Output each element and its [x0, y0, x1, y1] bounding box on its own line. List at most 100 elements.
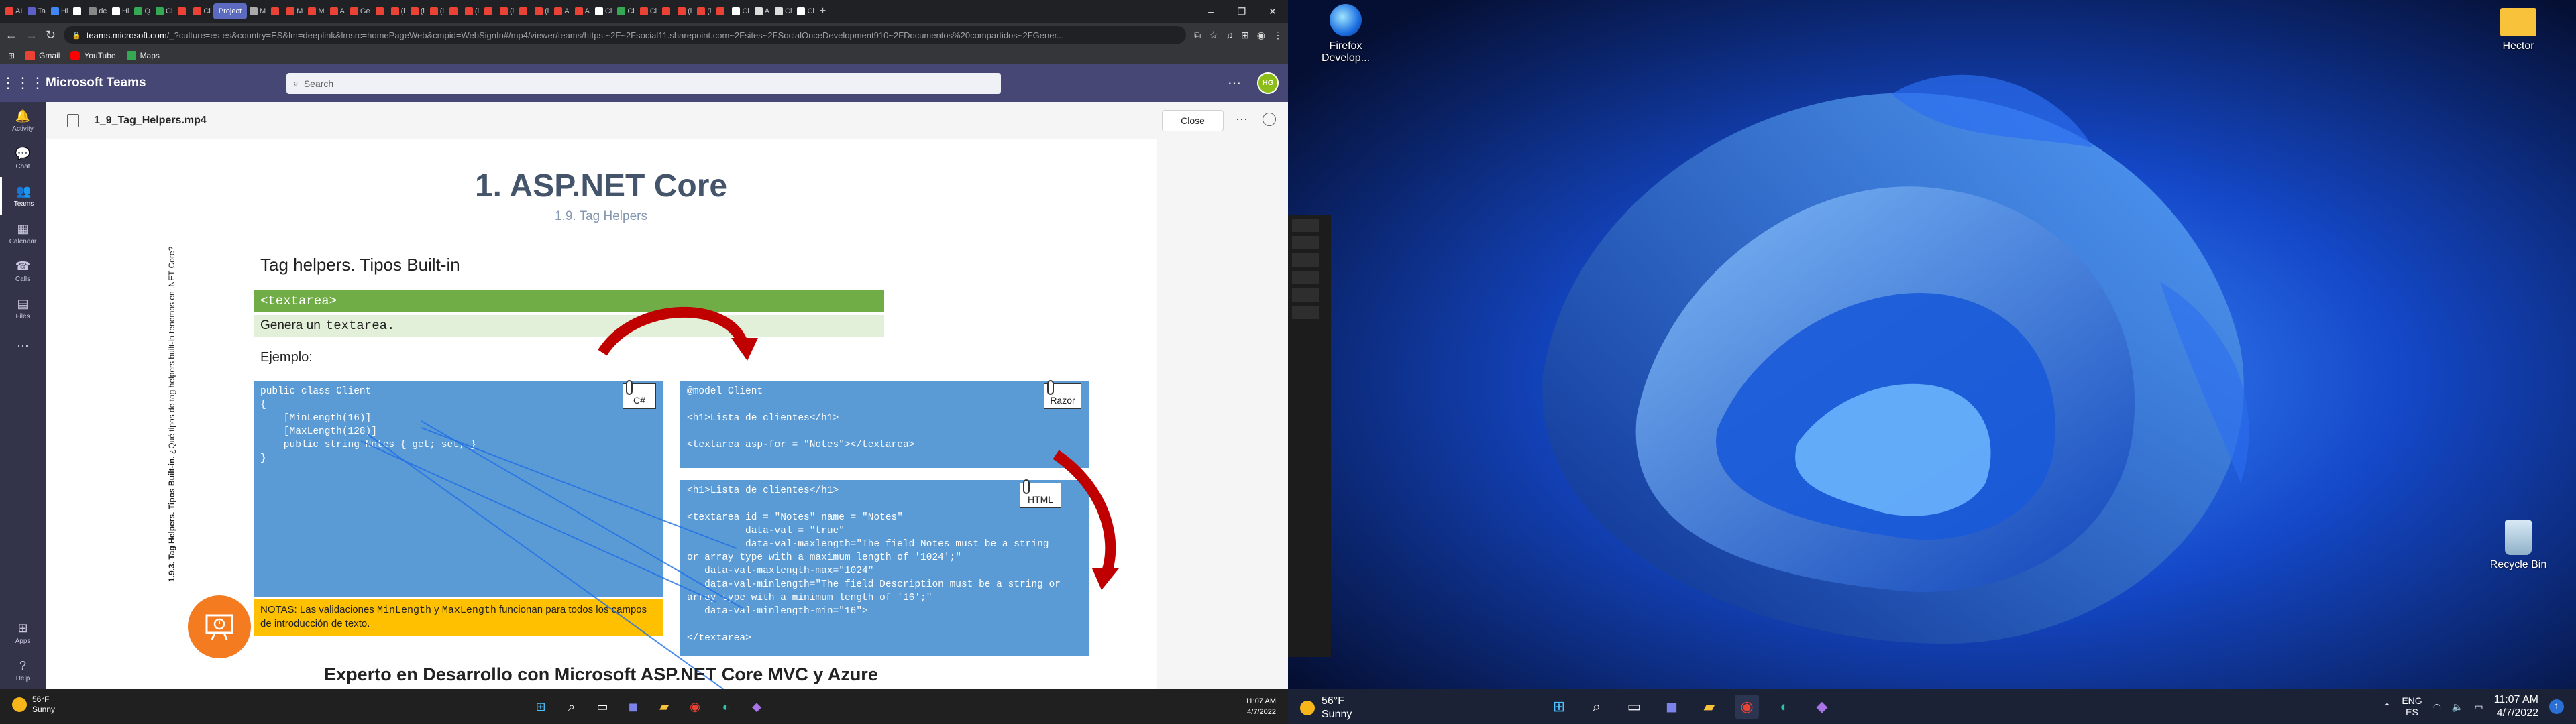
extensions-icon[interactable]: ⊞ [1241, 29, 1249, 41]
address-bar[interactable]: 🔒 teams.microsoft.com/_?culture=es-es&co… [64, 26, 1187, 44]
rail-item-calendar[interactable]: ▦ Calendar [0, 215, 46, 252]
browser-tab[interactable]: Hi [109, 3, 131, 19]
browser-tab[interactable]: Ci [794, 3, 816, 19]
file-explorer-icon[interactable]: ▰ [653, 696, 675, 717]
browser-tab[interactable] [517, 3, 532, 19]
star-icon[interactable]: ☆ [1209, 29, 1218, 41]
browser-tab[interactable]: (i [675, 3, 694, 19]
browser-tab[interactable] [70, 3, 86, 19]
more-options-icon[interactable]: ⋯ [1236, 113, 1248, 127]
browser-tab[interactable]: Q [131, 3, 153, 19]
search-icon[interactable]: ⌕ [1585, 695, 1609, 719]
rail-item-phone[interactable]: ☎ Calls [0, 252, 46, 290]
browser-tab[interactable]: Ci [153, 3, 175, 19]
browser-tab[interactable]: A [572, 3, 592, 19]
back-icon[interactable]: ← [5, 28, 17, 42]
browser-tab[interactable]: (i [427, 3, 447, 19]
new-tab-button[interactable]: + [817, 3, 830, 19]
browser-tab[interactable]: dc [86, 3, 109, 19]
chevron-up-icon[interactable]: ⌃ [2383, 701, 2392, 713]
browser-tab[interactable]: Ci [772, 3, 794, 19]
rail-item-more[interactable]: ⋯ [0, 327, 46, 365]
browser-tab[interactable]: (i [408, 3, 427, 19]
bookmark-gmail[interactable]: Gmail [25, 50, 60, 60]
browser-tab[interactable] [175, 3, 191, 19]
avatar[interactable]: HG [1257, 72, 1279, 94]
browser-tab[interactable]: Ci [614, 3, 637, 19]
browser-tab[interactable]: AI [3, 3, 25, 19]
browser-tab[interactable] [373, 3, 388, 19]
edge-icon[interactable]: ◐ [1772, 695, 1796, 719]
browser-tab[interactable]: (i [462, 3, 482, 19]
browser-tab[interactable]: Ci [592, 3, 614, 19]
search-input[interactable]: ⌕ Search [286, 73, 1001, 94]
rail-item-apps[interactable]: ⊞ Apps [0, 614, 46, 652]
rail-item-teams[interactable]: 👥 Teams [0, 177, 46, 215]
weather-widget[interactable]: 56°F Sunny [12, 695, 55, 715]
edge-icon[interactable]: ◐ [715, 696, 737, 717]
browser-tab[interactable] [714, 3, 729, 19]
rail-item-bell[interactable]: 🔔 Activity [0, 102, 46, 139]
browser-tab[interactable]: Ci [191, 3, 213, 19]
clock[interactable]: 11:07 AM 4/7/2022 [1245, 696, 1276, 717]
close-button[interactable]: Close [1162, 110, 1224, 131]
file-explorer-icon[interactable]: ▰ [1697, 695, 1721, 719]
conversation-icon[interactable] [1263, 113, 1276, 126]
menu-icon[interactable]: ⋮ [1273, 29, 1283, 41]
battery-icon[interactable]: ▭ [2474, 701, 2483, 713]
browser-tab[interactable]: Ta [25, 3, 48, 19]
desktop-icon-recycle-bin[interactable]: Recycle Bin [2485, 520, 2552, 571]
input-language[interactable]: ENG ES [2402, 695, 2422, 718]
chrome-icon[interactable]: ◉ [684, 696, 706, 717]
visual-studio-icon[interactable]: ◆ [746, 696, 767, 717]
browser-tab[interactable]: (i [694, 3, 714, 19]
visual-studio-icon[interactable]: ◆ [1810, 695, 1834, 719]
chrome-icon[interactable]: ◉ [1735, 695, 1759, 719]
more-options-icon[interactable]: ⋯ [1228, 75, 1241, 92]
rail-item-help[interactable]: ? Help [0, 652, 46, 689]
browser-tab-active[interactable]: Project [213, 3, 248, 19]
browser-tab[interactable] [659, 3, 675, 19]
close-window-button[interactable]: ✕ [1257, 0, 1288, 23]
rail-item-file[interactable]: ▤ Files [0, 290, 46, 327]
video-player[interactable]: 1. ASP.NET Core 1.9. Tag Helpers 1.9.3. … [46, 139, 1288, 689]
teams-chat-icon[interactable]: ◼ [1660, 695, 1684, 719]
task-view-icon[interactable]: ▭ [1622, 695, 1646, 719]
browser-tab[interactable]: A [327, 3, 347, 19]
browser-tab[interactable]: M [247, 3, 268, 19]
teams-chat-icon[interactable]: ◼ [623, 696, 644, 717]
wifi-icon[interactable]: ◠ [2433, 701, 2441, 713]
browser-tab[interactable]: M [305, 3, 327, 19]
start-icon[interactable]: ⊞ [1547, 695, 1571, 719]
notification-badge[interactable]: 1 [2549, 699, 2564, 714]
browser-tab[interactable]: Ci [637, 3, 659, 19]
weather-widget[interactable]: 56°F Sunny [1300, 695, 1352, 721]
browser-tab[interactable]: Ci [729, 3, 751, 19]
media-icon[interactable]: ♫ [1226, 29, 1234, 40]
maximize-button[interactable]: ❐ [1226, 0, 1257, 23]
browser-tab[interactable] [447, 3, 462, 19]
task-view-icon[interactable]: ▭ [592, 696, 613, 717]
forward-icon[interactable]: → [25, 28, 38, 42]
browser-tab[interactable]: A [752, 3, 772, 19]
start-icon[interactable]: ⊞ [530, 696, 551, 717]
volume-icon[interactable]: 🔈 [2452, 701, 2463, 713]
browser-tab[interactable]: (i [532, 3, 551, 19]
desktop-icon-firefox[interactable]: Firefox Develop... [1312, 4, 1379, 64]
rail-item-chat[interactable]: 💬 Chat [0, 139, 46, 177]
apps-grid-icon[interactable]: ⊞ [8, 51, 15, 60]
browser-tab[interactable] [482, 3, 497, 19]
browser-tab[interactable]: Hi [48, 3, 70, 19]
browser-tab[interactable]: Ge [347, 3, 373, 19]
minimize-button[interactable]: – [1195, 0, 1226, 23]
bookmark-maps[interactable]: Maps [126, 50, 160, 60]
browser-tab[interactable]: A [551, 3, 572, 19]
browser-tab[interactable] [268, 3, 284, 19]
browser-tab[interactable]: (i [388, 3, 408, 19]
browser-tab[interactable]: (i [497, 3, 517, 19]
app-launcher-icon[interactable]: ⋮⋮⋮ [0, 64, 46, 102]
reload-icon[interactable]: ↻ [46, 28, 56, 42]
search-icon[interactable]: ⌕ [561, 696, 582, 717]
profile-icon[interactable]: ◉ [1257, 29, 1265, 41]
bookmark-youtube[interactable]: YouTube [70, 50, 116, 60]
